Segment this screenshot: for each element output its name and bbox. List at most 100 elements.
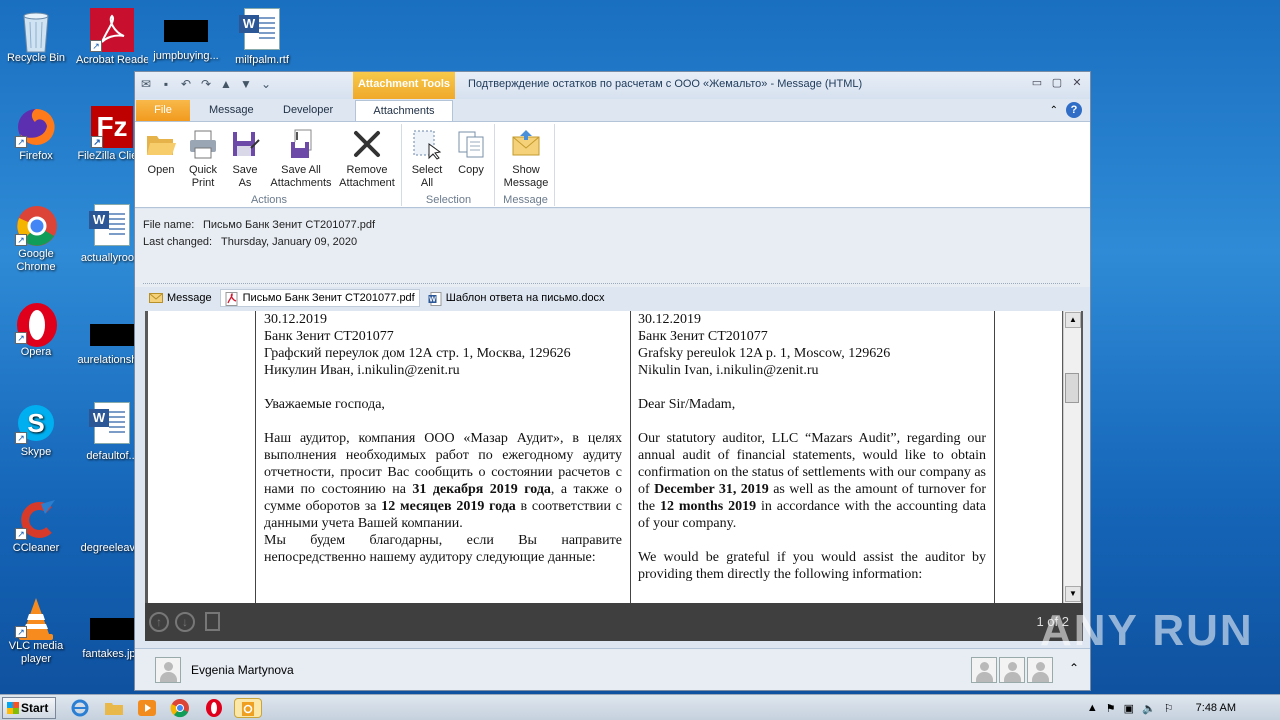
volume-icon[interactable]: 🔈	[1142, 702, 1156, 715]
ribbon-tabs: File Message Developer Attachments ⌃ ?	[135, 99, 1090, 121]
attachment-message[interactable]: Message	[145, 289, 216, 307]
desktop-icon-milfpalm[interactable]: W milfpalm.rtf	[226, 8, 298, 67]
attachment-docx[interactable]: W Шаблон ответа на письмо.docx	[424, 289, 609, 307]
russian-paragraph-2: Мы будем благодарны, если Вы направите н…	[264, 533, 622, 565]
contact-avatar[interactable]	[971, 657, 997, 683]
opera-taskbar-icon[interactable]	[204, 698, 224, 718]
network-icon[interactable]: ▣	[1124, 702, 1134, 715]
window-title: Подтверждение остатков по расчетам с ООО…	[468, 78, 863, 90]
tab-attachments[interactable]: Attachments	[355, 100, 453, 121]
maximize-icon[interactable]: ▢	[1050, 76, 1064, 90]
copy-button[interactable]: Copy	[451, 128, 491, 177]
vlc-cone-icon: ↗	[15, 596, 57, 640]
quick-print-button[interactable]: Quick Print	[181, 128, 225, 190]
firefox-icon: ↗	[15, 106, 57, 148]
pdf-toolbar: ↑ ↓ 1 of 2	[145, 603, 1083, 641]
opera-icon: ↗	[15, 302, 57, 347]
desktop-icon-chrome[interactable]: ↗ Google Chrome	[0, 204, 72, 274]
desktop-icon-recycle-bin[interactable]: Recycle Bin	[0, 8, 72, 65]
start-button[interactable]: Start	[2, 697, 56, 719]
tab-message[interactable]: Message	[199, 100, 264, 121]
select-all-button[interactable]: Select All	[407, 128, 447, 190]
russian-column: 30.12.2019 Банк Зенит CT201077 Графский …	[264, 312, 622, 565]
action-center-icon[interactable]: ⚑	[1106, 702, 1116, 715]
english-column: 30.12.2019 Банк Зенит CT201077 Grafsky p…	[638, 312, 986, 582]
svg-text:S: S	[27, 408, 44, 438]
save-as-button[interactable]: Save As	[227, 128, 263, 190]
show-message-button[interactable]: Show Message	[501, 128, 551, 190]
desktop-icon-ccleaner[interactable]: ↗ CCleaner	[0, 498, 72, 555]
redacted-file-icon	[90, 324, 134, 346]
tab-developer[interactable]: Developer	[273, 100, 343, 121]
desktop-icon-acrobat[interactable]: ↗ Acrobat Reader DC	[76, 8, 148, 67]
customize-qat-icon[interactable]: ⌄	[259, 77, 273, 91]
flag-icon[interactable]: ⚐	[1164, 702, 1174, 715]
actions-group-label: Actions	[250, 194, 288, 206]
expand-people-pane-icon[interactable]: ⌃	[1069, 661, 1079, 675]
previous-page-icon[interactable]: ↑	[149, 612, 169, 632]
chrome-icon: ↗	[15, 204, 57, 246]
file-name-label: File name:	[143, 219, 195, 231]
russian-paragraph-1: Наш аудитор, компания ООО «Мазар Аудит»,…	[264, 431, 622, 531]
scroll-up-icon[interactable]: ▲	[1065, 312, 1081, 328]
message-group-label: Message	[503, 194, 548, 206]
attachment-tools-context-label: Attachment Tools	[353, 72, 455, 99]
last-changed-label: Last changed:	[143, 236, 213, 248]
word-document-icon: W	[89, 204, 130, 246]
scroll-down-icon[interactable]: ▼	[1065, 586, 1081, 602]
blank-file-icon	[91, 498, 133, 540]
down-arrow-icon[interactable]: ▼	[239, 77, 253, 91]
attachment-pdf[interactable]: Письмо Банк Зенит CT201077.pdf	[219, 289, 420, 307]
sender-avatar[interactable]	[155, 657, 181, 683]
file-explorer-icon[interactable]	[104, 698, 124, 718]
media-player-icon[interactable]	[137, 698, 157, 718]
pdf-preview: 30.12.2019 Банк Зенит CT201077 Графский …	[145, 311, 1083, 641]
selection-group-label: Selection	[425, 194, 472, 206]
page-icon[interactable]	[205, 612, 220, 631]
skype-icon: S ↗	[15, 402, 57, 444]
help-icon[interactable]: ?	[1066, 102, 1082, 118]
outlook-taskbar-icon[interactable]	[234, 698, 262, 718]
outlook-message-window: ✉ ▪ ↶ ↷ ▲ ▼ ⌄ Attachment Tools Подтвержд…	[134, 71, 1091, 691]
people-pane: Evgenia Martynova ⌃	[135, 648, 1090, 690]
attachment-bar: Message Письмо Банк Зенит CT201077.pdf W…	[145, 289, 609, 307]
desktop-icon-skype[interactable]: S ↗ Skype	[0, 402, 72, 459]
remove-attachment-button[interactable]: Remove Attachment	[335, 128, 399, 190]
undo-icon[interactable]: ↶	[179, 77, 193, 91]
scroll-thumb[interactable]	[1065, 373, 1079, 403]
sender-name[interactable]: Evgenia Martynova	[191, 663, 294, 677]
contact-avatar[interactable]	[1027, 657, 1053, 683]
save-all-attachments-button[interactable]: Save All Attachments	[267, 128, 335, 190]
vertical-scrollbar[interactable]: ▲ ▼	[1063, 311, 1081, 603]
up-arrow-icon[interactable]: ▲	[219, 77, 233, 91]
ribbon: Open Quick Print Save As Save All Attach…	[135, 121, 1090, 208]
selection-group: Select All Copy Selection	[403, 124, 495, 206]
desktop-icon-jumpbuying[interactable]: jumpbuying...	[150, 8, 222, 63]
message-group: Show Message Message	[497, 124, 555, 206]
save-icon[interactable]: ▪	[159, 77, 173, 91]
internet-explorer-icon[interactable]	[70, 698, 90, 718]
chrome-taskbar-icon[interactable]	[170, 698, 190, 718]
acrobat-icon: ↗	[90, 8, 134, 52]
tab-file[interactable]: File	[136, 100, 190, 121]
redo-icon[interactable]: ↷	[199, 77, 213, 91]
clock[interactable]: 7:48 AM	[1196, 702, 1236, 714]
recycle-bin-icon	[15, 8, 57, 53]
desktop-icon-opera[interactable]: ↗ Opera	[0, 302, 72, 359]
attachment-info-panel: File name: Письмо Банк Зенит CT201077.pdf…	[135, 209, 1090, 287]
close-icon[interactable]: ✕	[1070, 76, 1084, 90]
contact-avatar[interactable]	[999, 657, 1025, 683]
open-button[interactable]: Open	[141, 128, 181, 177]
desktop-icon-firefox[interactable]: ↗ Firefox	[0, 106, 72, 163]
next-page-icon[interactable]: ↓	[175, 612, 195, 632]
redacted-file-icon	[164, 20, 208, 42]
save-all-attachments-icon	[285, 128, 317, 160]
minimize-icon[interactable]: ▭	[1030, 76, 1044, 90]
system-tray: ▲ ⚑ ▣ 🔈 ⚐ 7:48 AM	[1087, 695, 1280, 720]
pdf-page: 30.12.2019 Банк Зенит CT201077 Графский …	[148, 311, 1062, 603]
show-hidden-icons-icon[interactable]: ▲	[1087, 702, 1098, 714]
collapse-ribbon-icon[interactable]: ⌃	[1050, 105, 1058, 116]
desktop-icon-vlc[interactable]: ↗ VLC media player	[0, 596, 72, 666]
last-changed-value: Thursday, January 09, 2020	[221, 236, 358, 248]
taskbar: Start ▲ ⚑ ▣ 🔈 ⚐ 7:48 AM	[0, 694, 1280, 720]
